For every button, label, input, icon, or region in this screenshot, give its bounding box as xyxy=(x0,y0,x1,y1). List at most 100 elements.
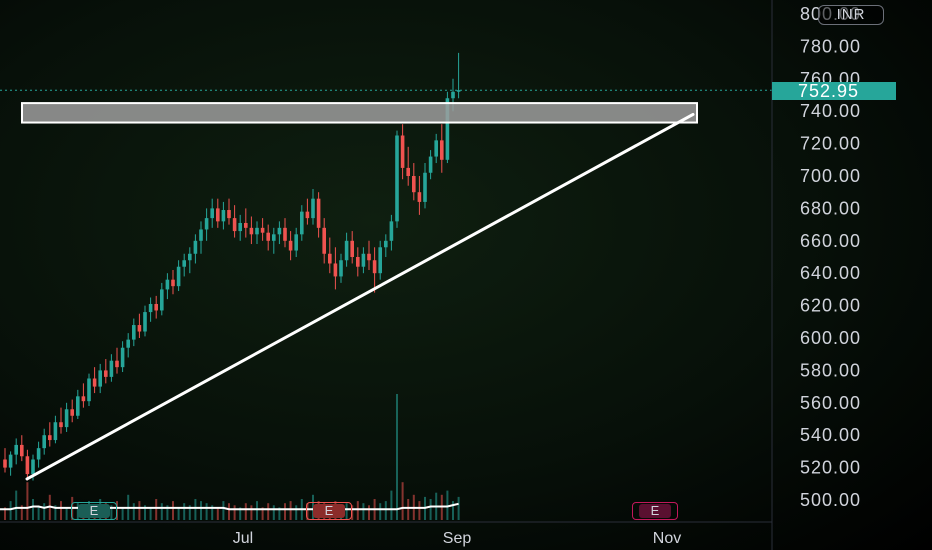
candle[interactable] xyxy=(210,198,214,228)
candle[interactable] xyxy=(406,146,410,186)
candle[interactable] xyxy=(372,247,377,293)
candle[interactable] xyxy=(59,407,63,434)
candle[interactable] xyxy=(3,448,7,473)
candle[interactable] xyxy=(171,269,175,295)
candle[interactable] xyxy=(87,373,91,407)
candle[interactable] xyxy=(143,305,147,337)
candle[interactable] xyxy=(81,383,86,408)
candle[interactable] xyxy=(322,218,326,264)
candle[interactable] xyxy=(400,124,405,180)
candle[interactable] xyxy=(272,227,276,254)
candle[interactable] xyxy=(115,347,119,374)
candle[interactable] xyxy=(428,150,433,180)
volume-bar xyxy=(138,501,141,520)
candle[interactable] xyxy=(14,438,18,465)
candle[interactable] xyxy=(165,273,170,300)
candle-body xyxy=(277,227,282,235)
candle[interactable] xyxy=(193,234,198,264)
candle[interactable] xyxy=(260,218,265,241)
candle[interactable] xyxy=(148,297,153,322)
candle[interactable] xyxy=(76,389,80,419)
candle[interactable] xyxy=(25,449,30,481)
candle[interactable] xyxy=(204,208,209,241)
candle[interactable] xyxy=(294,227,298,257)
candle-body xyxy=(434,140,438,157)
volume-bar xyxy=(457,496,460,520)
earnings-marker-2[interactable]: E xyxy=(306,502,352,520)
candle-body xyxy=(384,240,388,248)
chart-container[interactable]: 800.00780.00760.00740.00720.00700.00680.… xyxy=(0,0,932,550)
candle[interactable] xyxy=(216,198,220,228)
candle[interactable] xyxy=(311,188,315,225)
earnings-marker-3[interactable]: E xyxy=(632,502,678,520)
candle[interactable] xyxy=(238,214,242,241)
candle[interactable] xyxy=(367,240,371,270)
candle-body xyxy=(451,91,455,99)
candle[interactable] xyxy=(356,247,360,277)
candle[interactable] xyxy=(288,231,293,261)
candle[interactable] xyxy=(92,367,97,394)
candle[interactable] xyxy=(316,192,321,238)
candle[interactable] xyxy=(333,247,338,290)
candle[interactable] xyxy=(126,333,130,358)
currency-badge[interactable]: INR xyxy=(818,5,884,25)
resistance-zone xyxy=(21,102,698,124)
candle[interactable] xyxy=(199,221,203,254)
candle-body xyxy=(165,279,170,290)
candle[interactable] xyxy=(48,422,52,447)
price-tick-label: 620.00 xyxy=(800,296,861,316)
candle[interactable] xyxy=(120,341,125,373)
candle[interactable] xyxy=(440,124,444,173)
candle[interactable] xyxy=(339,253,343,283)
candle[interactable] xyxy=(98,363,102,394)
price-tick-label: 660.00 xyxy=(800,231,861,251)
candle[interactable] xyxy=(361,247,366,274)
candle[interactable] xyxy=(328,237,332,274)
candle[interactable] xyxy=(305,198,310,225)
candle[interactable] xyxy=(456,52,461,99)
candle[interactable] xyxy=(255,221,259,245)
candle[interactable] xyxy=(154,295,158,319)
candle[interactable] xyxy=(132,318,136,347)
candle[interactable] xyxy=(344,232,349,267)
volume-bar xyxy=(194,499,197,520)
candle[interactable] xyxy=(283,218,287,248)
candle[interactable] xyxy=(20,435,24,462)
candle[interactable] xyxy=(227,198,231,225)
candle[interactable] xyxy=(266,224,270,251)
candle[interactable] xyxy=(434,133,438,164)
candle[interactable] xyxy=(160,282,164,316)
candle[interactable] xyxy=(221,201,226,230)
candle[interactable] xyxy=(232,205,237,238)
candle-body xyxy=(87,378,91,402)
earnings-marker-2-label: E xyxy=(313,504,345,518)
candle-body xyxy=(378,247,382,274)
candle[interactable] xyxy=(423,163,427,209)
volume-bar xyxy=(384,501,387,520)
candle[interactable] xyxy=(395,130,399,228)
candle[interactable] xyxy=(378,240,382,280)
candle[interactable] xyxy=(182,253,186,277)
volume-bar xyxy=(121,507,124,520)
candle[interactable] xyxy=(249,216,254,245)
candle[interactable] xyxy=(277,221,282,245)
candle[interactable] xyxy=(109,354,114,382)
candle[interactable] xyxy=(70,399,74,423)
candle[interactable] xyxy=(384,234,388,257)
candle[interactable] xyxy=(53,415,58,444)
candle[interactable] xyxy=(300,205,304,241)
candle[interactable] xyxy=(350,231,354,264)
candle[interactable] xyxy=(104,359,108,384)
candle[interactable] xyxy=(36,441,41,468)
candle[interactable] xyxy=(188,247,192,274)
candle[interactable] xyxy=(412,163,416,201)
candle[interactable] xyxy=(176,260,181,292)
candle[interactable] xyxy=(8,451,13,476)
candle[interactable] xyxy=(137,313,142,338)
candle[interactable] xyxy=(64,402,69,432)
candle[interactable] xyxy=(244,208,248,238)
candle[interactable] xyxy=(42,428,46,455)
candle[interactable] xyxy=(417,176,422,215)
candle[interactable] xyxy=(389,214,394,251)
earnings-marker-1[interactable]: E xyxy=(71,502,117,520)
